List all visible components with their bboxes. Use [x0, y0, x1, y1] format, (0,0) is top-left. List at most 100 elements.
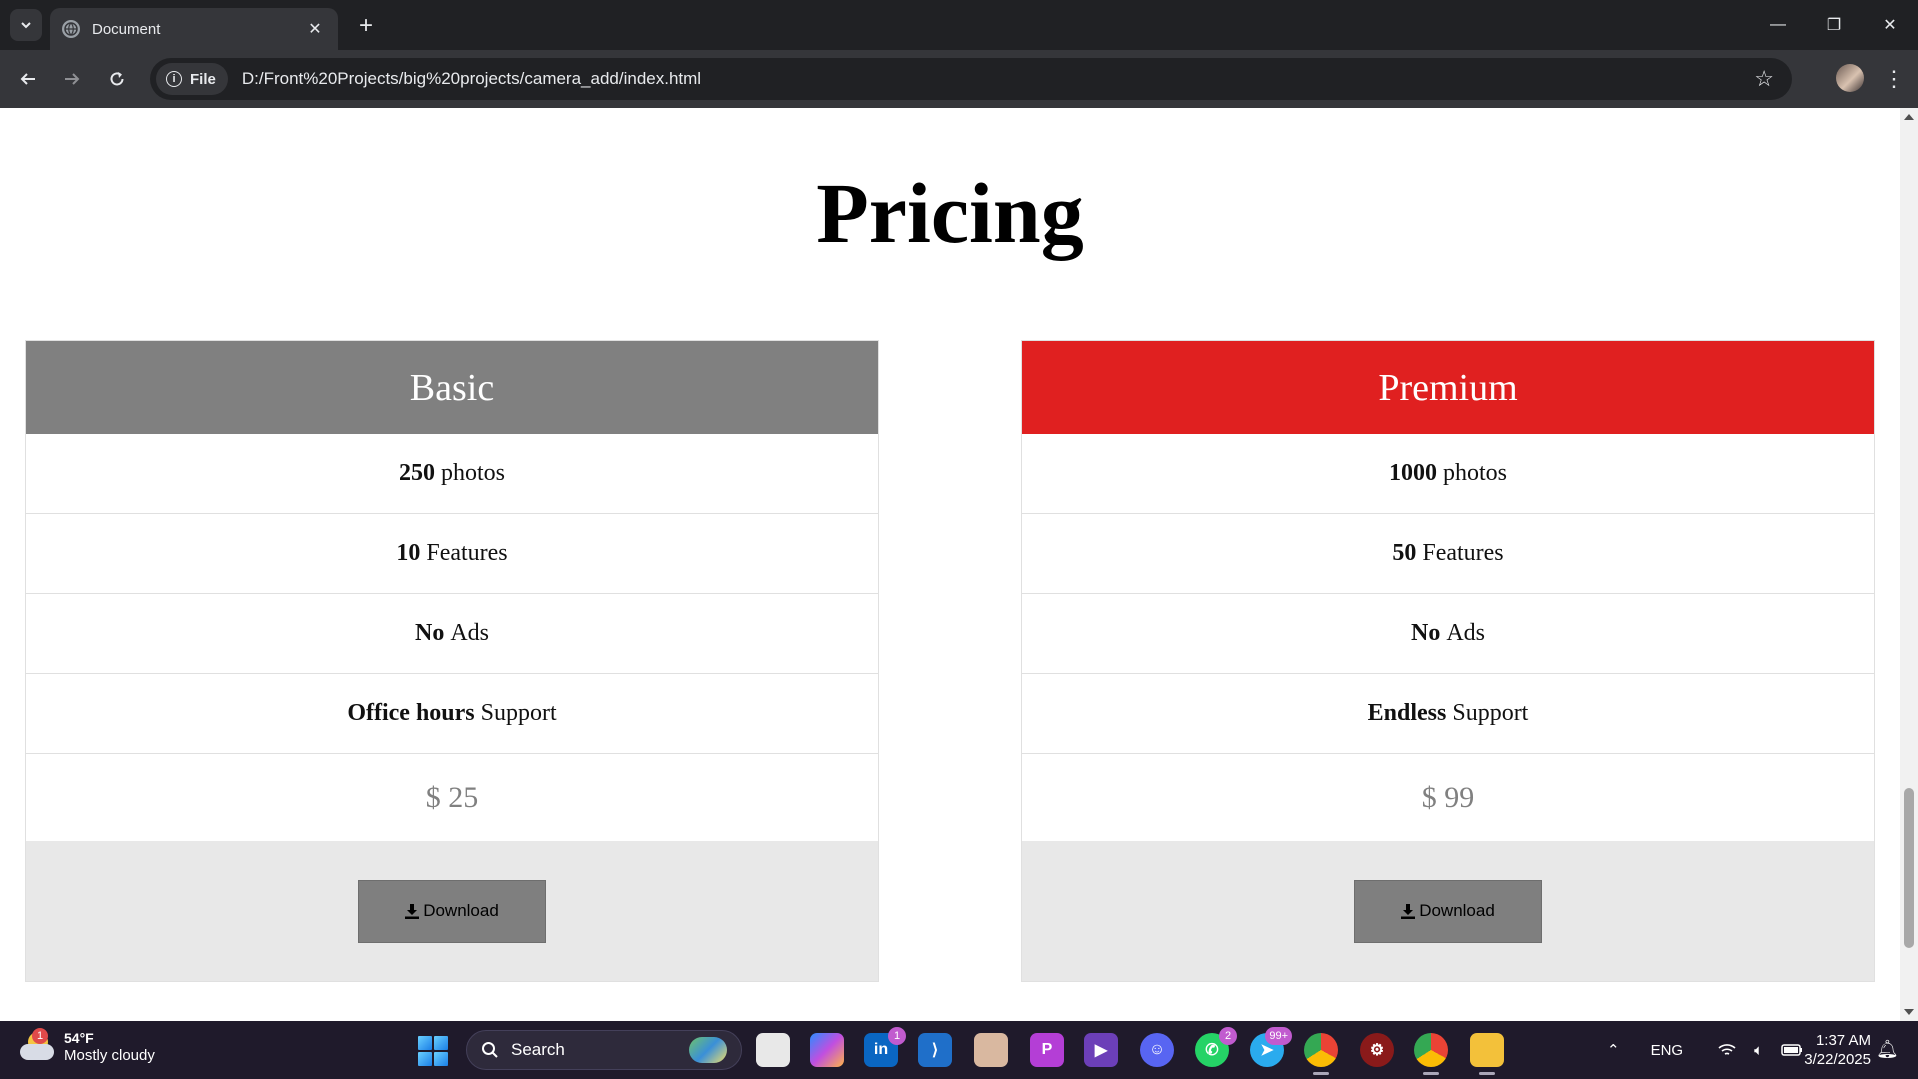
search-highlight-icon: [689, 1037, 727, 1063]
tab-title: Document: [92, 20, 161, 38]
feature-label: Ads: [450, 620, 489, 646]
weather-badge: 1: [32, 1028, 48, 1044]
clock-date: 3/22/2025: [1804, 1051, 1871, 1068]
tab-search-button[interactable]: [10, 9, 42, 41]
language-indicator[interactable]: ENG: [1651, 1042, 1684, 1059]
running-app-indicator: [1423, 1072, 1439, 1075]
feature-label: Features: [426, 540, 508, 566]
plan-footer: Download: [1022, 841, 1874, 981]
wifi-icon[interactable]: [1718, 1043, 1736, 1057]
plan-feature-row: 1000 photos: [1022, 434, 1874, 514]
vscode-icon[interactable]: ⟩: [918, 1033, 952, 1067]
globe-icon: [62, 20, 80, 38]
page-viewport: Pricing Basic 250 photos 10 Features No …: [0, 108, 1900, 1021]
plan-feature-row: 10 Features: [26, 514, 878, 594]
pricing-card-premium: Premium 1000 photos 50 Features No Ads E…: [1021, 340, 1875, 982]
download-button-premium[interactable]: Download: [1354, 879, 1542, 943]
feature-value: Office hours: [347, 700, 475, 726]
feature-value: 50: [1392, 540, 1417, 566]
whatsapp-badge: 2: [1219, 1027, 1237, 1045]
close-window-button[interactable]: ✕: [1862, 0, 1918, 50]
address-bar[interactable]: i File D:/Front%20Projects/big%20project…: [150, 58, 1792, 100]
weather-widget[interactable]: 1 54°F Mostly cloudy: [20, 1028, 155, 1065]
reload-icon: [110, 72, 124, 86]
search-icon: [482, 1042, 498, 1058]
linkedin-icon[interactable]: in 1: [864, 1027, 906, 1067]
feature-value: 1000: [1388, 460, 1437, 486]
antivirus-icon[interactable]: ⚙: [1360, 1033, 1394, 1067]
feature-value: 250: [398, 460, 435, 486]
plan-feature-row: 250 photos: [26, 434, 878, 514]
notification-bell-icon[interactable]: 🔔︎: [1876, 1039, 1899, 1060]
feature-label: Support: [1452, 700, 1529, 726]
page-scrollbar[interactable]: [1900, 108, 1918, 1021]
plan-feature-row: Office hours Support: [26, 674, 878, 754]
taskbar-search[interactable]: Search: [466, 1030, 742, 1070]
browser-tab[interactable]: Document ✕: [50, 8, 338, 50]
reload-button[interactable]: [101, 63, 133, 95]
arrow-left-icon: [20, 73, 35, 85]
windows-start-icon[interactable]: [418, 1036, 448, 1066]
weather-description: Mostly cloudy: [64, 1047, 155, 1064]
visual-studio-icon[interactable]: ▶: [1084, 1033, 1118, 1067]
chevron-up-icon[interactable]: ⌃: [1607, 1041, 1620, 1059]
window-controls: — ❐ ✕: [1750, 0, 1918, 50]
profile-avatar[interactable]: [1836, 64, 1864, 92]
pricing-card-basic: Basic 250 photos 10 Features No Ads Offi…: [25, 340, 879, 982]
feature-value: No: [1410, 620, 1441, 646]
download-button-label: Download: [1419, 901, 1495, 920]
system-clock[interactable]: 1:37 AM 3/22/2025: [1795, 1031, 1871, 1069]
plan-feature-row: No Ads: [26, 594, 878, 674]
download-button-basic[interactable]: Download: [358, 879, 546, 943]
copilot-icon[interactable]: [810, 1033, 844, 1067]
volume-icon[interactable]: 🔈︎: [1754, 1042, 1763, 1059]
whatsapp-icon[interactable]: ✆ 2: [1195, 1027, 1237, 1067]
download-icon: [1401, 903, 1416, 919]
feature-value: Endless: [1367, 700, 1447, 726]
pycharm-icon[interactable]: P: [1030, 1033, 1064, 1067]
forward-button[interactable]: [56, 63, 88, 95]
scroll-up-arrow-icon[interactable]: [1904, 114, 1914, 120]
scroll-down-arrow-icon[interactable]: [1904, 1009, 1914, 1015]
info-icon: i: [166, 71, 182, 87]
new-tab-button[interactable]: +: [352, 12, 380, 40]
task-view-icon[interactable]: [756, 1033, 790, 1067]
plan-price: $ 99: [1421, 780, 1475, 814]
plan-feature-row: Endless Support: [1022, 674, 1874, 754]
site-info-chip[interactable]: i File: [156, 63, 228, 95]
search-label: Search: [511, 1040, 565, 1059]
download-icon: [405, 903, 420, 919]
feature-label: photos: [1442, 460, 1507, 486]
photo-app-icon[interactable]: [974, 1033, 1008, 1067]
browser-toolbar: i File D:/Front%20Projects/big%20project…: [0, 50, 1918, 108]
discord-icon[interactable]: ☺: [1140, 1033, 1174, 1067]
weather-cloudy-night-icon: 1: [20, 1028, 54, 1062]
chrome-icon[interactable]: [1304, 1033, 1338, 1075]
url-text[interactable]: D:/Front%20Projects/big%20projects/camer…: [242, 69, 1754, 89]
file-explorer-icon[interactable]: [1470, 1033, 1504, 1075]
chrome-profile-icon[interactable]: [1414, 1033, 1448, 1075]
plan-header: Basic: [26, 341, 878, 434]
active-app-indicator: [1313, 1072, 1329, 1075]
running-app-indicator: [1479, 1072, 1495, 1075]
back-button[interactable]: [12, 63, 44, 95]
feature-label: photos: [440, 460, 505, 486]
plan-header: Premium: [1022, 341, 1874, 434]
arrow-right-icon: [65, 73, 80, 85]
close-tab-icon[interactable]: ✕: [304, 18, 326, 40]
browser-tab-bar: Document ✕ + — ❐ ✕: [0, 0, 1918, 50]
minimize-button[interactable]: —: [1750, 0, 1806, 50]
linkedin-badge: 1: [888, 1027, 906, 1045]
telegram-icon[interactable]: ➤ 99+: [1250, 1027, 1292, 1067]
plan-feature-row: 50 Features: [1022, 514, 1874, 594]
feature-value: 10: [396, 540, 421, 566]
plan-price: $ 25: [425, 780, 479, 814]
scroll-thumb[interactable]: [1904, 788, 1914, 948]
windows-taskbar: 1 54°F Mostly cloudy Search in 1 ⟩ P ▶ ☺…: [0, 1021, 1918, 1079]
site-chip-label: File: [190, 70, 216, 88]
restore-button[interactable]: ❐: [1806, 0, 1862, 50]
browser-menu-icon[interactable]: ⋮: [1880, 63, 1908, 95]
system-tray: ⌃ ENG 🔈︎: [1598, 1021, 1812, 1079]
bookmark-star-icon[interactable]: ☆: [1754, 66, 1774, 92]
chevron-down-icon: [21, 22, 31, 29]
